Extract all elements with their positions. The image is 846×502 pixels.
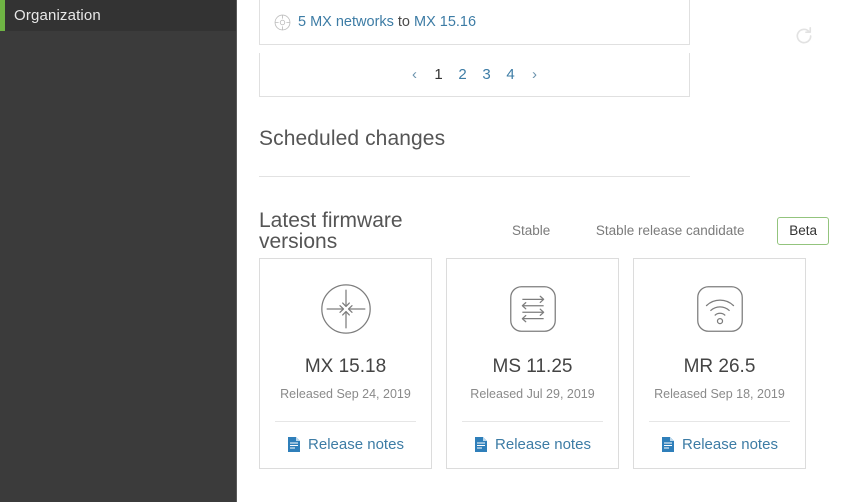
release-notes-label: Release notes [308, 435, 404, 453]
document-icon [475, 436, 488, 452]
upgrade-version-link[interactable]: MX 15.16 [414, 14, 476, 30]
firmware-card-ms: MS 11.25 Released Jul 29, 2019 Release n… [446, 258, 619, 469]
main-content: 5 MX networks to MX 15.16 ‹ 1 2 3 4 › Sche… [237, 0, 846, 502]
pagination: ‹ 1 2 3 4 › [403, 63, 547, 87]
upgrade-row: 5 MX networks to MX 15.16 [260, 0, 689, 44]
firmware-card-version: MR 26.5 [683, 356, 756, 377]
firmware-card-icon-wrap [317, 259, 375, 359]
sidebar-empty-area [0, 31, 236, 502]
sidebar-active-accent-bar [0, 0, 5, 31]
scheduled-changes-section: Scheduled changes [259, 128, 690, 177]
pagination-panel: ‹ 1 2 3 4 › [259, 53, 690, 97]
tab-beta[interactable]: Beta [777, 217, 829, 245]
firmware-card-released: Released Jul 29, 2019 [470, 387, 595, 401]
pagination-prev[interactable]: ‹ [403, 63, 427, 87]
release-notes-label: Release notes [682, 435, 778, 453]
sidebar: Organization [0, 0, 237, 502]
upgrade-networks-link[interactable]: 5 MX networks [298, 14, 394, 30]
release-notes-label: Release notes [495, 435, 591, 453]
scheduled-changes-divider [259, 176, 690, 177]
tab-stable-release-candidate[interactable]: Stable release candidate [584, 217, 757, 245]
firmware-card-released: Released Sep 18, 2019 [654, 387, 785, 401]
sidebar-item-organization[interactable]: Organization [0, 0, 236, 31]
pagination-page-1[interactable]: 1 [427, 63, 451, 87]
pending-upgrades-panel: 5 MX networks to MX 15.16 [259, 0, 690, 45]
pagination-page-3[interactable]: 3 [475, 63, 499, 87]
firmware-card-icon-wrap [691, 259, 749, 359]
ms-switch-icon [509, 286, 556, 332]
firmware-card-mx: MX 15.18 Released Sep 24, 2019 Release n… [259, 258, 432, 469]
pagination-next[interactable]: › [523, 63, 547, 87]
firmware-card-divider [462, 420, 603, 422]
scheduled-changes-title: Scheduled changes [259, 127, 446, 150]
document-icon [288, 436, 301, 452]
app-root: Organization 5 MX networks to MX 15.16 ‹… [0, 0, 846, 502]
document-icon [662, 436, 675, 452]
tab-stable[interactable]: Stable [500, 217, 562, 245]
pagination-page-4[interactable]: 4 [499, 63, 523, 87]
firmware-header: Latest firmware versions Stable Stable r… [259, 209, 829, 253]
firmware-cards: MX 15.18 Released Sep 24, 2019 Release n… [259, 258, 806, 469]
mx-appliance-icon [274, 14, 291, 30]
release-notes-link-ms[interactable]: Release notes [474, 436, 591, 453]
refresh-icon[interactable] [794, 26, 814, 46]
firmware-card-divider [275, 420, 416, 422]
mr-wireless-icon [696, 286, 743, 332]
release-notes-link-mx[interactable]: Release notes [287, 436, 404, 453]
upgrade-connector-word: to [397, 13, 410, 30]
firmware-card-version: MS 11.25 [492, 356, 573, 377]
firmware-card-released: Released Sep 24, 2019 [280, 387, 411, 401]
firmware-card-mr: MR 26.5 Released Sep 18, 2019 Release no… [633, 258, 806, 469]
firmware-title: Latest firmware versions [259, 209, 403, 253]
sidebar-item-label: Organization [14, 7, 101, 24]
firmware-card-divider [649, 420, 790, 422]
release-notes-link-mr[interactable]: Release notes [661, 436, 778, 453]
pagination-page-2[interactable]: 2 [451, 63, 475, 87]
firmware-card-version: MX 15.18 [304, 356, 387, 377]
upgrade-row-text: 5 MX networks to MX 15.16 [298, 15, 476, 30]
firmware-card-icon-wrap [504, 259, 562, 359]
mx-security-appliance-icon [320, 284, 371, 334]
